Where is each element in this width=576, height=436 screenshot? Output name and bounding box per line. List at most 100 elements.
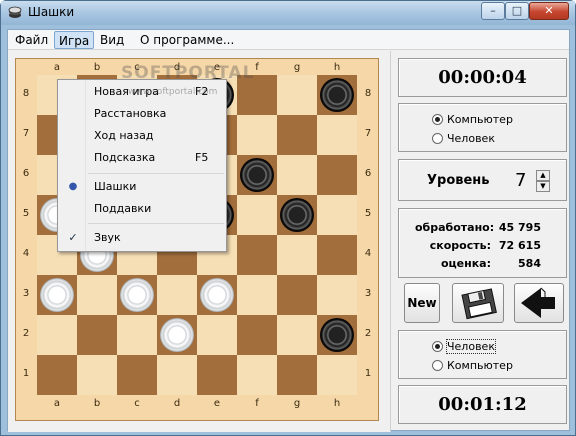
floppy-disk-icon bbox=[461, 288, 497, 320]
watermark-url: www.softportal.com bbox=[128, 87, 218, 97]
stat-speed-value: 72 615 bbox=[498, 239, 541, 252]
board-square[interactable] bbox=[277, 115, 317, 155]
board-square[interactable] bbox=[317, 355, 357, 395]
top-player-panel: Компьютер Человек bbox=[398, 103, 567, 152]
menu-item-arrangement[interactable]: Расстановка bbox=[59, 103, 225, 125]
file-label: e bbox=[213, 398, 221, 409]
file-label: h bbox=[333, 62, 341, 73]
undo-button[interactable] bbox=[514, 283, 564, 323]
top-player-option-human[interactable]: Человек bbox=[432, 132, 495, 146]
file-label: b bbox=[93, 398, 101, 409]
board-square[interactable] bbox=[237, 355, 277, 395]
menu-item-hint[interactable]: Подсказка F5 bbox=[59, 147, 225, 169]
minimize-button[interactable]: – bbox=[481, 2, 505, 20]
top-player-option-computer[interactable]: Компьютер bbox=[432, 113, 513, 127]
board-square[interactable] bbox=[317, 155, 357, 195]
menu-item-label: Звук bbox=[94, 231, 121, 244]
board-square[interactable] bbox=[237, 235, 277, 275]
rank-label: 8 bbox=[364, 88, 372, 99]
board-square[interactable] bbox=[237, 275, 277, 315]
board-square[interactable] bbox=[277, 315, 317, 355]
board-square[interactable] bbox=[317, 275, 357, 315]
game-menu-dropdown: Новая игра F2 Расстановка Ход назад Подск… bbox=[57, 79, 227, 252]
radio-selected-icon bbox=[432, 341, 443, 352]
board-square[interactable] bbox=[237, 195, 277, 235]
menu-item-sound[interactable]: ✓ Звук bbox=[59, 227, 225, 249]
board-square[interactable] bbox=[77, 275, 117, 315]
menu-file[interactable]: Файл bbox=[11, 31, 52, 49]
board-square[interactable] bbox=[77, 315, 117, 355]
rank-label: 4 bbox=[22, 248, 30, 259]
menu-separator bbox=[88, 223, 224, 224]
rank-label: 2 bbox=[364, 328, 372, 339]
board-square[interactable] bbox=[277, 235, 317, 275]
bottom-player-option-human[interactable]: Человек bbox=[432, 339, 496, 354]
menu-about[interactable]: О программе... bbox=[136, 31, 238, 49]
board-square[interactable] bbox=[157, 355, 197, 395]
board-square[interactable] bbox=[197, 355, 237, 395]
menu-item-shortcut: F5 bbox=[195, 151, 209, 164]
black-checker-piece[interactable] bbox=[320, 318, 354, 352]
rank-label: 7 bbox=[364, 128, 372, 139]
board-square[interactable] bbox=[117, 315, 157, 355]
maximize-button[interactable]: □ bbox=[505, 2, 529, 20]
menu-game[interactable]: Игра bbox=[54, 31, 95, 49]
level-panel: Уровень 7 ▲ ▼ bbox=[398, 159, 567, 201]
level-up-arrow-icon[interactable]: ▲ bbox=[536, 170, 550, 181]
board-square[interactable] bbox=[317, 235, 357, 275]
white-checker-piece[interactable] bbox=[200, 278, 234, 312]
bottom-player-option-computer[interactable]: Компьютер bbox=[432, 359, 513, 373]
board-square[interactable] bbox=[37, 315, 77, 355]
bottom-timer: 00:01:12 bbox=[438, 394, 527, 415]
board-square[interactable] bbox=[117, 355, 157, 395]
board-square[interactable] bbox=[317, 195, 357, 235]
black-checker-piece[interactable] bbox=[320, 78, 354, 112]
board-square[interactable] bbox=[37, 355, 77, 395]
file-label: f bbox=[255, 398, 259, 409]
top-timer-panel: 00:00:04 bbox=[398, 58, 567, 97]
new-game-button[interactable]: New bbox=[404, 283, 440, 323]
close-button[interactable]: ✕ bbox=[529, 2, 569, 20]
rank-label: 6 bbox=[22, 168, 30, 179]
file-label: a bbox=[53, 398, 61, 409]
menu-item-label: Поддавки bbox=[94, 202, 152, 215]
board-square[interactable] bbox=[157, 275, 197, 315]
radio-label: Человек bbox=[446, 339, 496, 354]
menu-item-giveaway[interactable]: Поддавки bbox=[59, 198, 225, 220]
menu-bar: Файл Игра Вид О программе... bbox=[8, 30, 569, 50]
radio-selected-icon bbox=[432, 114, 443, 125]
menu-item-undo[interactable]: Ход назад bbox=[59, 125, 225, 147]
menu-item-checkers[interactable]: ● Шашки bbox=[59, 176, 225, 198]
stat-score-value: 584 bbox=[518, 257, 541, 270]
board-square[interactable] bbox=[277, 155, 317, 195]
rank-label: 7 bbox=[22, 128, 30, 139]
board-square[interactable] bbox=[237, 315, 277, 355]
menu-separator bbox=[88, 173, 224, 174]
menu-item-label: Расстановка bbox=[94, 107, 167, 120]
rank-label: 3 bbox=[364, 288, 372, 299]
checkmark-icon: ✓ bbox=[68, 231, 78, 244]
level-value[interactable]: 7 bbox=[515, 170, 526, 191]
board-square[interactable] bbox=[197, 315, 237, 355]
board-square[interactable] bbox=[77, 355, 117, 395]
board-square[interactable] bbox=[277, 75, 317, 115]
top-timer: 00:00:04 bbox=[438, 67, 527, 88]
board-square[interactable] bbox=[317, 115, 357, 155]
file-label: b bbox=[93, 62, 101, 73]
board-square[interactable] bbox=[237, 115, 277, 155]
board-square[interactable] bbox=[277, 355, 317, 395]
radio-label: Компьютер bbox=[447, 113, 513, 126]
save-button[interactable] bbox=[452, 283, 504, 323]
level-down-arrow-icon[interactable]: ▼ bbox=[536, 181, 550, 192]
rank-label: 1 bbox=[364, 368, 372, 379]
black-checker-piece[interactable] bbox=[240, 158, 274, 192]
white-checker-piece[interactable] bbox=[40, 278, 74, 312]
black-checker-piece[interactable] bbox=[280, 198, 314, 232]
title-bar[interactable]: Шашки – □ ✕ bbox=[1, 1, 575, 25]
file-label: d bbox=[173, 398, 181, 409]
bottom-player-panel: Человек Компьютер bbox=[398, 330, 567, 379]
white-checker-piece[interactable] bbox=[120, 278, 154, 312]
white-checker-piece[interactable] bbox=[160, 318, 194, 352]
menu-view[interactable]: Вид bbox=[96, 31, 128, 49]
board-square[interactable] bbox=[277, 275, 317, 315]
